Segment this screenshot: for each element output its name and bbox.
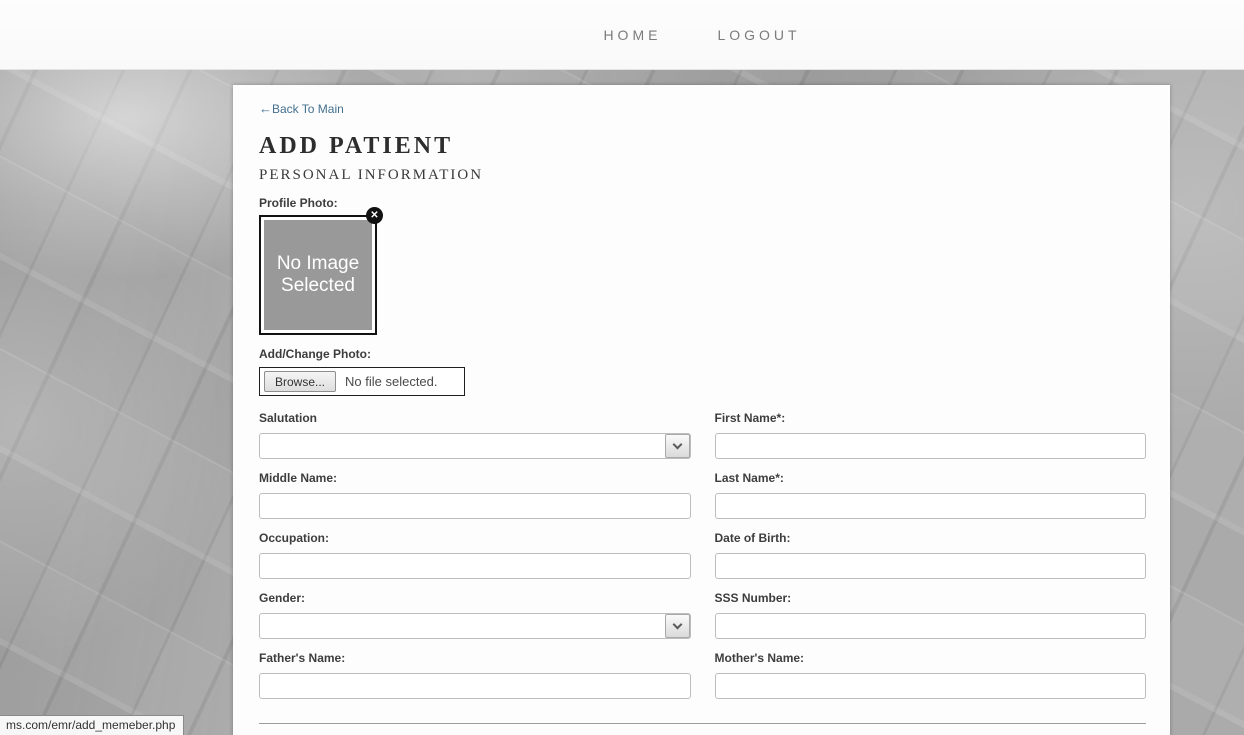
field-mothers-name: Mother's Name: [715,651,1147,699]
input-mothers-name[interactable] [715,673,1147,699]
field-last-name: Last Name*: [715,471,1147,519]
profile-photo-frame: No Image Selected ✕ [259,215,377,335]
back-link[interactable]: ←Back To Main [259,102,344,116]
field-gender: Gender: [259,591,691,639]
select-gender[interactable] [259,613,691,639]
label-fathers-name: Father's Name: [259,651,691,666]
input-occupation[interactable] [259,553,691,579]
nav-item-logout[interactable]: LOGOUT [717,27,800,43]
label-date-of-birth: Date of Birth: [715,531,1147,546]
section-divider [259,723,1146,724]
browse-button[interactable]: Browse... [264,371,336,392]
label-occupation: Occupation: [259,531,691,546]
back-link-label: Back To Main [272,102,344,116]
label-mothers-name: Mother's Name: [715,651,1147,666]
field-first-name: First Name*: [715,411,1147,459]
label-middle-name: Middle Name: [259,471,691,486]
x-icon: ✕ [370,211,378,221]
page-title: ADD PATIENT [259,133,1146,160]
input-first-name[interactable] [715,433,1147,459]
label-gender: Gender: [259,591,691,606]
input-last-name[interactable] [715,493,1147,519]
input-fathers-name[interactable] [259,673,691,699]
personal-info-form: Salutation First Name*: Middle Name: Las… [259,411,1146,699]
field-date-of-birth: Date of Birth: [715,531,1147,579]
content-panel: ←Back To Main ADD PATIENT PERSONAL INFOR… [233,85,1170,735]
file-upload-box: Browse... No file selected. [259,367,465,396]
field-sss-number: SSS Number: [715,591,1147,639]
section-heading-personal: PERSONAL INFORMATION [259,167,1146,184]
input-date-of-birth[interactable] [715,553,1147,579]
add-change-photo-label: Add/Change Photo: [259,347,1146,361]
field-salutation: Salutation [259,411,691,459]
select-salutation[interactable] [259,433,691,459]
field-fathers-name: Father's Name: [259,651,691,699]
input-sss-number[interactable] [715,613,1147,639]
nav-item-home[interactable]: HOME [603,27,661,43]
field-middle-name: Middle Name: [259,471,691,519]
profile-photo-label: Profile Photo: [259,196,1146,210]
input-middle-name[interactable] [259,493,691,519]
status-bar: ms.com/emr/add_memeber.php [0,715,184,735]
remove-photo-button[interactable]: ✕ [366,207,383,224]
site-header: HOME LOGOUT [0,0,1244,70]
top-nav: HOME LOGOUT [603,27,800,43]
file-status-text: No file selected. [345,374,438,389]
label-last-name: Last Name*: [715,471,1147,486]
label-first-name: First Name*: [715,411,1147,426]
label-sss-number: SSS Number: [715,591,1147,606]
label-salutation: Salutation [259,411,691,426]
no-image-placeholder: No Image Selected [264,220,372,330]
field-occupation: Occupation: [259,531,691,579]
back-arrow-icon: ← [259,102,272,115]
